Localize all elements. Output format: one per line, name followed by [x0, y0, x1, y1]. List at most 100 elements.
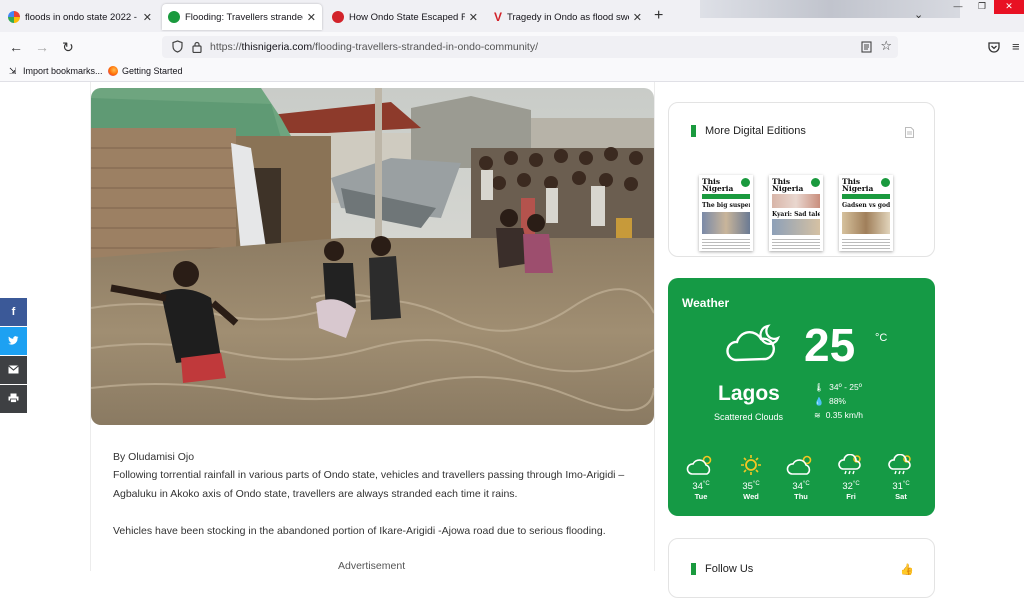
bookmark-label: Import bookmarks... [23, 66, 103, 76]
forecast-day: 34°C Thu [784, 454, 818, 501]
email-icon [8, 361, 19, 379]
temperature-range: 🌡 34º - 25º [814, 382, 862, 392]
tracking-protection-icon[interactable] [172, 40, 183, 58]
edition-photo [702, 212, 750, 234]
url-text[interactable]: https://thisnigeria.com/flooding-travell… [210, 41, 538, 53]
edition-masthead: This Nigeria [842, 177, 874, 193]
edition-thumbnail[interactable]: ThisNigeria Gadsen vs godfather [839, 175, 893, 251]
card-header: More Digital Editions [691, 125, 806, 137]
forecast-temp: 32°C [842, 481, 860, 493]
section-marker [691, 125, 696, 137]
document-icon [905, 125, 914, 143]
google-icon [8, 11, 20, 23]
article-paragraph-2: Vehicles have been stocking in the aband… [113, 525, 606, 537]
edition-text-lines [772, 237, 820, 249]
share-twitter-button[interactable] [0, 327, 27, 355]
humidity: 💧 88% [814, 396, 846, 406]
back-button[interactable]: ← [7, 38, 25, 56]
close-tab-icon[interactable]: ✕ [633, 11, 642, 24]
edition-headline: Kyari: Sad tale [772, 211, 820, 218]
bookmark-getting-started[interactable]: Getting Started [108, 66, 183, 76]
edition-thumbnail[interactable]: ThisNigeria The big suspense [699, 175, 753, 251]
forecast-day-label: Wed [743, 492, 759, 502]
minimize-button[interactable]: — [946, 0, 970, 14]
edition-text-lines [842, 237, 890, 249]
address-bar[interactable]: https://thisnigeria.com/flooding-travell… [162, 36, 898, 58]
rain-sun-icon [836, 453, 866, 480]
range-value: 34º - 25º [829, 382, 862, 392]
red-circle-icon [332, 11, 344, 23]
bookmarks-toolbar: ⇲ Import bookmarks... Getting Started [0, 62, 1024, 82]
menu-icon[interactable]: ≡ [1012, 39, 1020, 54]
forecast-day-label: Tue [694, 492, 708, 502]
share-facebook-button[interactable]: f [0, 298, 27, 326]
print-icon [8, 390, 19, 408]
firefox-icon [108, 66, 118, 76]
close-tab-icon[interactable]: ✕ [307, 11, 316, 24]
tab-ondo-escaped-flood[interactable]: How Ondo State Escaped Flood ✕ [326, 4, 484, 30]
edition-photo [772, 219, 820, 235]
digital-editions-card: More Digital Editions This Nigeria The bi… [668, 102, 935, 257]
url-host: thisnigeria.com [241, 41, 313, 53]
edition-logo [811, 178, 820, 187]
facebook-icon: f [11, 306, 16, 318]
bookmark-import[interactable]: ⇲ Import bookmarks... [9, 66, 103, 76]
follow-us-title: Follow Us [705, 563, 754, 575]
edition-thumbnail[interactable]: This Nigeria Kyari: Sad tale [769, 175, 823, 251]
pocket-icon[interactable] [988, 40, 1000, 58]
url-path: /flooding-travellers-stranded-in-ondo-co… [312, 41, 538, 53]
edition-photo [772, 194, 820, 208]
forecast-temp: 34°C [792, 481, 810, 493]
bookmark-star-icon[interactable]: ☆ [880, 38, 892, 54]
tab-title: Tragedy in Ondo as flood sweep [507, 11, 629, 23]
edition-masthead: This Nigeria [772, 177, 804, 193]
lock-icon[interactable] [192, 40, 202, 58]
edition-logo [741, 178, 750, 187]
section-marker [691, 563, 696, 575]
edition-banner [702, 194, 750, 199]
edition-photo [842, 212, 890, 234]
edition-headline: The big suspense [702, 202, 750, 209]
weather-description: Scattered Clouds [714, 412, 784, 422]
forecast-day: 31°C Sat [884, 453, 918, 502]
follow-us-card: Follow Us 👍 [668, 538, 935, 598]
thermometer-icon: 🌡 [814, 382, 825, 392]
tab-thisnigeria[interactable]: Flooding: Travellers stranded in ✕ [162, 4, 322, 30]
wind-value: 0.35 km/h [825, 410, 864, 420]
edition-masthead: This Nigeria [702, 177, 734, 193]
temperature-unit: °C [875, 332, 888, 344]
share-email-button[interactable] [0, 356, 27, 384]
reload-button[interactable]: ↻ [59, 38, 77, 56]
close-window-button[interactable]: ✕ [994, 0, 1024, 14]
close-tab-icon[interactable]: ✕ [469, 11, 478, 24]
forecast-day-label: Fri [846, 492, 856, 502]
forward-button[interactable]: → [33, 38, 51, 56]
edition-banner [842, 194, 890, 199]
forecast-day: 32°C Fri [834, 453, 868, 502]
restore-button[interactable]: ❐ [970, 0, 994, 14]
forecast-day-label: Sat [895, 492, 907, 502]
current-temperature: 25 [804, 319, 856, 371]
rain-sun-icon [886, 453, 916, 480]
digital-editions-title: More Digital Editions [705, 125, 806, 137]
edition-text-lines [702, 237, 750, 249]
thisnigeria-icon [168, 11, 180, 23]
share-print-button[interactable] [0, 385, 27, 413]
weather-title: Weather [682, 296, 730, 310]
vanguard-icon: V [494, 10, 503, 24]
advertisement-label: Advertisement [338, 560, 406, 572]
reader-view-icon[interactable] [861, 40, 872, 58]
close-tab-icon[interactable]: ✕ [143, 11, 152, 24]
twitter-icon [8, 332, 19, 350]
new-tab-button[interactable]: + [654, 7, 663, 25]
tab-vanguard[interactable]: V Tragedy in Ondo as flood sweep ✕ [488, 4, 648, 30]
import-icon: ⇲ [9, 66, 17, 76]
weather-city: Lagos [718, 382, 780, 405]
forecast-day: 34°C Tue [684, 454, 718, 501]
forecast-temp: 35°C [742, 481, 760, 493]
list-all-tabs-icon[interactable]: ⌄ [914, 8, 923, 21]
tab-google-search[interactable]: floods in ondo state 2022 - Goo ✕ [2, 4, 158, 30]
sun-icon [736, 455, 766, 480]
forecast-day-label: Thu [794, 492, 808, 502]
tab-title: How Ondo State Escaped Flood [349, 11, 465, 23]
